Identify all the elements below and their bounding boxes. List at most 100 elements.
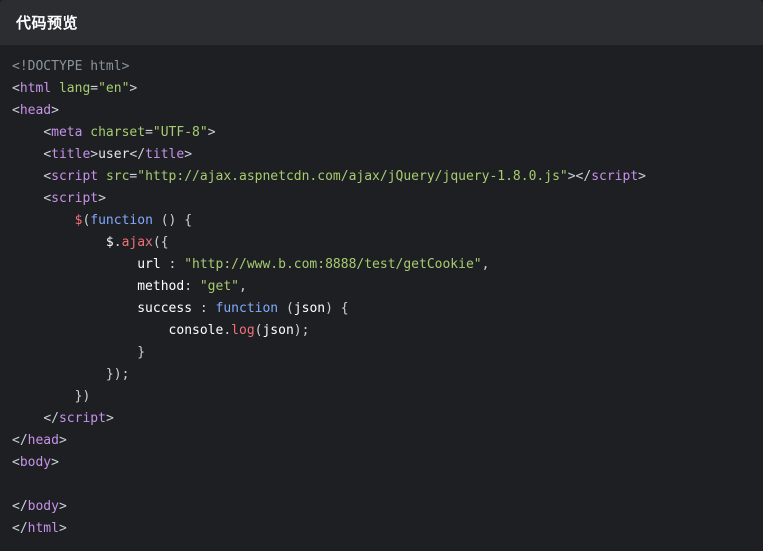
code-line: $(function () { xyxy=(0,210,763,232)
code-token: </ xyxy=(575,169,592,184)
code-token: head xyxy=(27,433,59,448)
code-line: </head> xyxy=(0,430,763,452)
code-token: </ xyxy=(43,411,59,426)
code-token: }); xyxy=(105,367,130,382)
code-token: , xyxy=(481,257,490,272)
code-token: : xyxy=(184,279,200,294)
code-token: method xyxy=(137,279,185,294)
code-line: }); xyxy=(0,364,763,386)
code-token: < xyxy=(43,169,52,184)
code-token: > xyxy=(129,81,138,96)
code-token: "UTF-8" xyxy=(152,125,208,140)
code-token: </ xyxy=(12,433,28,448)
code-token: </ xyxy=(129,147,146,162)
code-token: > xyxy=(51,103,59,118)
code-token: </ xyxy=(12,521,28,536)
code-line: url : "http://www.b.com:8888/test/getCoo… xyxy=(0,254,763,276)
code-line: <body> xyxy=(0,452,763,474)
code-token: () { xyxy=(152,213,193,228)
code-token: user xyxy=(98,147,130,162)
code-token: json xyxy=(293,301,326,316)
code-token: url xyxy=(137,257,161,272)
code-line: </body> xyxy=(0,496,763,518)
code-block[interactable]: <!DOCTYPE html> <html lang="en"> <head> <m… xyxy=(0,45,763,551)
code-token: > xyxy=(58,499,67,514)
code-token: lang xyxy=(58,81,91,96)
code-token: "get" xyxy=(199,279,239,294)
code-token: "http://ajax.aspnetcdn.com/ajax/jQuery/j… xyxy=(137,169,568,184)
code-line: }) xyxy=(0,386,763,408)
code-token: > xyxy=(105,411,114,426)
code-token: . xyxy=(223,323,232,338)
code-token: : xyxy=(192,301,216,316)
code-token: > xyxy=(90,147,99,162)
code-token: title xyxy=(145,147,185,162)
code-token: <!DOCTYPE html> xyxy=(12,59,130,74)
code-token: "en" xyxy=(98,81,130,96)
code-preview-panel: 代码预览 <!DOCTYPE html> <html lang="en"> <hea… xyxy=(0,0,763,551)
code-line: <meta charset="UTF-8"> xyxy=(0,122,763,144)
code-token: "http://www.b.com:8888/test/getCookie" xyxy=(184,257,482,272)
code-token: html xyxy=(27,521,59,536)
code-token: }) xyxy=(74,389,91,404)
code-token: > xyxy=(567,169,576,184)
code-token: } xyxy=(137,345,146,360)
code-token: = xyxy=(90,81,99,96)
panel-title: 代码预览 xyxy=(16,14,79,32)
code-token: script xyxy=(591,169,639,184)
code-token: ({ xyxy=(152,235,169,250)
code-token: < xyxy=(12,103,20,118)
code-token: html xyxy=(19,81,52,96)
code-line: success : function (json) { xyxy=(0,298,763,320)
code-token: > xyxy=(184,147,193,162)
code-line: <!DOCTYPE html> xyxy=(0,56,763,78)
code-token: function xyxy=(90,213,153,228)
code-token: > xyxy=(51,455,59,470)
code-token: > xyxy=(58,433,67,448)
code-line: $.ajax({ xyxy=(0,232,763,254)
code-line: </script> xyxy=(0,408,763,430)
code-token: head xyxy=(19,103,52,118)
code-token: $ xyxy=(105,235,114,250)
code-token: > xyxy=(207,125,216,140)
code-token: < xyxy=(43,125,52,140)
code-token: ajax xyxy=(121,235,153,250)
code-token: < xyxy=(12,455,20,470)
code-line: console.log(json); xyxy=(0,320,763,342)
code-token: src xyxy=(105,169,130,184)
code-line: <script src="http://ajax.aspnetcdn.com/a… xyxy=(0,166,763,188)
panel-header: 代码预览 xyxy=(0,0,763,45)
code-token: script xyxy=(58,411,106,426)
code-line: } xyxy=(0,342,763,364)
code-token: < xyxy=(12,81,20,96)
code-token: ( xyxy=(278,301,294,316)
code-token: ) { xyxy=(325,301,349,316)
code-token: < xyxy=(43,147,52,162)
code-line: <title>user</title> xyxy=(0,144,763,166)
code-token: json xyxy=(262,323,294,338)
code-token: </ xyxy=(12,499,28,514)
code-token: charset xyxy=(90,125,146,140)
code-token: log xyxy=(231,323,255,338)
code-line: <head> xyxy=(0,100,763,122)
code-token: body xyxy=(19,455,52,470)
code-token: > xyxy=(638,169,646,184)
code-line: method: "get", xyxy=(0,276,763,298)
code-token: = xyxy=(145,125,153,140)
code-line: <script> xyxy=(0,188,763,210)
code-token: > xyxy=(58,521,67,536)
